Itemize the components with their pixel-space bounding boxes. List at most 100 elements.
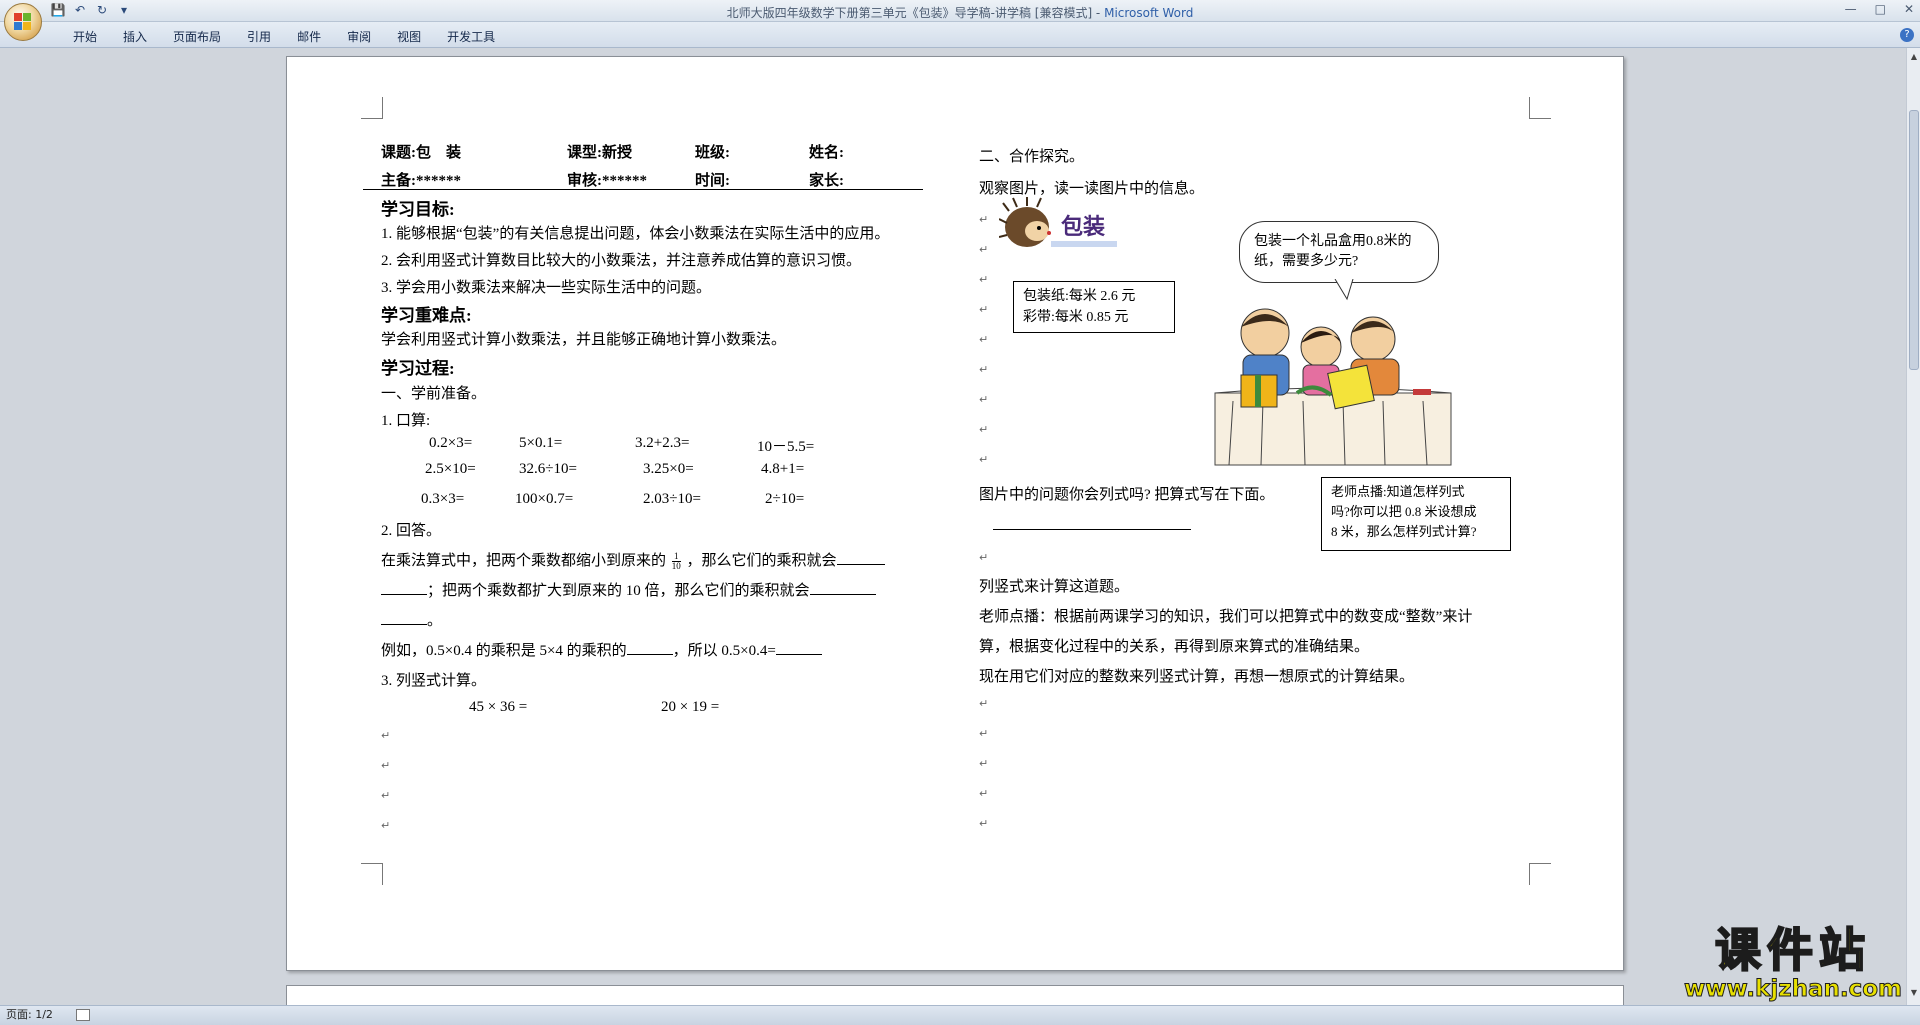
answer-blank[interactable] <box>775 654 822 655</box>
process-title: 学习过程: <box>381 359 455 378</box>
vertical-title: 3. 列竖式计算。 <box>381 673 487 689</box>
oral-item: 5×0.1= <box>519 435 563 451</box>
teacher-hint-line: 老师点播:知道怎样列式 <box>1331 484 1465 499</box>
answer-blank[interactable] <box>809 594 876 595</box>
oral-item: 2.5×10= <box>425 461 476 477</box>
tab-review[interactable]: 审阅 <box>334 28 384 45</box>
oral-item: 2÷10= <box>765 491 805 507</box>
oral-item: 0.3×3= <box>421 491 465 507</box>
paragraph-mark: ↵ <box>979 817 989 830</box>
paragraph-mark: ↵ <box>381 819 391 832</box>
oral-item: 2.03÷10= <box>643 491 701 507</box>
key-title: 学习重难点: <box>381 306 472 325</box>
paragraph-mark: ↵ <box>979 551 989 564</box>
teacher-hint-text: 算，根据变化过程中的关系，再得到原来算式的准确结果。 <box>979 639 1370 655</box>
header-rule <box>363 189 923 190</box>
header-parent: 家长: <box>809 173 844 189</box>
paragraph-mark: ↵ <box>979 303 989 316</box>
teacher-hint-box: 老师点播:知道怎样列式 吗?你可以把 0.8 米设想成 8 米，那么怎样列式计算… <box>1321 477 1511 551</box>
crop-mark <box>361 97 383 119</box>
tab-page-layout[interactable]: 页面布局 <box>160 28 234 45</box>
speech-bubble: 包装一个礼品盒用0.8米的纸，需要多少元? <box>1239 221 1439 283</box>
watermark-title: 课件站 <box>1714 923 1871 977</box>
price-line: 包装纸:每米 2.6 元 <box>1023 289 1136 304</box>
window-controls: — □ ✕ <box>1845 2 1914 16</box>
package-logo: 包装 <box>998 197 1119 253</box>
scroll-up-icon[interactable]: ▲ <box>1909 52 1919 62</box>
scroll-down-icon[interactable]: ▼ <box>1909 988 1919 998</box>
header-type: 课型:新授 <box>567 145 632 161</box>
tab-insert[interactable]: 插入 <box>110 28 160 45</box>
answer-blank[interactable] <box>836 564 885 565</box>
integer-text: 现在用它们对应的整数来列竖式计算，再想一想原式的计算结果。 <box>979 669 1415 685</box>
goal-item: 2. 会利用竖式计算数目比较大的小数乘法，并注意养成估算的意识习惯。 <box>381 253 862 269</box>
example-text: ，所以 0.5×0.4= <box>672 643 776 659</box>
paragraph-mark: ↵ <box>979 273 989 286</box>
goal-item: 3. 学会用小数乘法来解决一些实际生活中的问题。 <box>381 280 712 296</box>
page-indicator[interactable]: 页面: 1/2 <box>6 1006 53 1024</box>
answer-blank[interactable] <box>626 654 673 655</box>
oral-item: 32.6÷10= <box>519 461 577 477</box>
answer-line[interactable] <box>993 529 1191 530</box>
crop-mark <box>1529 863 1551 885</box>
paragraph-mark: ↵ <box>979 363 989 376</box>
tab-mailings[interactable]: 邮件 <box>284 28 334 45</box>
paragraph-mark: ↵ <box>979 423 989 436</box>
package-logo-text: 包装 <box>1061 215 1106 240</box>
price-box: 包装纸:每米 2.6 元 彩带:每米 0.85 元 <box>1013 281 1175 333</box>
prep-title: 一、学前准备。 <box>381 386 487 402</box>
app-name: Microsoft Word <box>1104 6 1194 20</box>
answer-line-2: ；把两个乘数都扩大到原来的 10 倍，那么它们的乘积就会 <box>381 579 876 600</box>
proofing-icon[interactable] <box>76 1009 90 1021</box>
paragraph-mark: ↵ <box>979 757 989 770</box>
paragraph-mark: ↵ <box>979 727 989 740</box>
ribbon-tabs: 开始 插入 页面布局 引用 邮件 审阅 视图 开发工具 <box>60 28 508 45</box>
answer-text: ；把两个乘数都扩大到原来的 10 倍，那么它们的乘积就会 <box>427 583 810 599</box>
vertical-question: 45 × 36 = <box>469 699 528 715</box>
office-logo-icon <box>14 13 32 31</box>
observe-text: 观察图片，读一读图片中的信息。 <box>979 181 1205 197</box>
oral-item: 0.2×3= <box>429 435 473 451</box>
site-watermark: 课件站 www.kjzhan.com <box>1684 923 1903 1003</box>
maximize-icon[interactable]: □ <box>1875 2 1886 16</box>
teacher-hint-line: 8 米，那么怎样列式计算? <box>1331 524 1477 539</box>
paragraph-mark: ↵ <box>979 243 989 256</box>
vertical-scrollbar[interactable]: ▲ ▼ <box>1906 48 1920 1005</box>
oral-item: 3.2+2.3= <box>635 435 690 451</box>
paragraph-mark: ↵ <box>979 697 989 710</box>
header-class: 班级: <box>695 145 730 161</box>
tab-developer[interactable]: 开发工具 <box>434 28 508 45</box>
vertical-question: 20 × 19 = <box>661 699 720 715</box>
close-icon[interactable]: ✕ <box>1904 2 1914 16</box>
help-icon[interactable]: ? <box>1900 28 1914 42</box>
document-page[interactable]: 课题:包 装 课型:新授 班级: 姓名: 主备:****** 审核:******… <box>286 56 1624 971</box>
answer-blank[interactable] <box>381 624 427 625</box>
paragraph-mark: ↵ <box>979 453 989 466</box>
title-bar: 💾 ↶ ↻ ▾ 北师大版四年级数学下册第三单元《包装》导学稿-讲学稿 [兼容模式… <box>0 0 1920 22</box>
tab-references[interactable]: 引用 <box>234 28 284 45</box>
paragraph-mark: ↵ <box>979 213 989 226</box>
paragraph-mark: ↵ <box>979 787 989 800</box>
office-button[interactable] <box>4 3 42 41</box>
watermark-url: www.kjzhan.com <box>1684 976 1903 1003</box>
answer-line-3: 。 <box>381 609 442 630</box>
price-line: 彩带:每米 0.85 元 <box>1023 310 1129 325</box>
paragraph-mark: ↵ <box>979 333 989 346</box>
tab-view[interactable]: 视图 <box>384 28 434 45</box>
coop-title: 二、合作探究。 <box>979 149 1085 165</box>
window-title: 北师大版四年级数学下册第三单元《包装》导学稿-讲学稿 [兼容模式] - Micr… <box>0 4 1920 21</box>
paragraph-mark: ↵ <box>381 759 391 772</box>
crop-mark <box>361 863 383 885</box>
status-bar: 页面: 1/2 <box>0 1005 1920 1025</box>
fraction: 1 10 <box>671 552 681 571</box>
scrollbar-thumb[interactable] <box>1909 110 1919 370</box>
header-name: 姓名: <box>809 145 844 161</box>
paragraph-mark: ↵ <box>381 789 391 802</box>
paragraph-mark: ↵ <box>381 729 391 742</box>
answer-line-1: 在乘法算式中，把两个乘数都缩小到原来的 1 10 ，那么它们的乘积就会 <box>381 549 885 571</box>
minimize-icon[interactable]: — <box>1845 2 1857 16</box>
tab-home[interactable]: 开始 <box>60 28 110 45</box>
oral-item: 3.25×0= <box>643 461 694 477</box>
answer-blank[interactable] <box>381 594 427 595</box>
answer-text: 在乘法算式中，把两个乘数都缩小到原来的 <box>381 553 667 569</box>
